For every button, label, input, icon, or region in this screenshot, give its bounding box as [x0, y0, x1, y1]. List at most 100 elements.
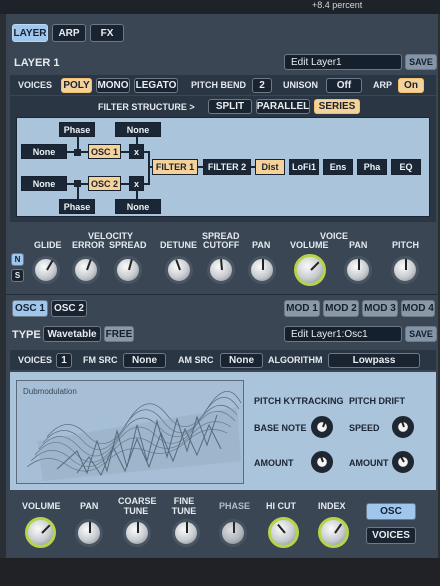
- unison-label: UNISON: [283, 80, 319, 90]
- osc-voices-field[interactable]: 1: [56, 353, 72, 368]
- node-none-top[interactable]: None: [115, 122, 161, 137]
- node-none-bottom[interactable]: None: [115, 199, 161, 214]
- drift-amount-knob-2[interactable]: [392, 451, 414, 473]
- node-osc1[interactable]: OSC 1: [88, 144, 121, 159]
- base-note-label: BASE NOTE: [254, 423, 307, 433]
- base-note-knob[interactable]: [311, 416, 333, 438]
- node-filter2[interactable]: FILTER 2: [203, 159, 251, 175]
- arp-toggle[interactable]: On: [398, 78, 424, 93]
- tab-fx[interactable]: FX: [90, 24, 124, 42]
- amount-label-1: AMOUNT: [254, 458, 294, 468]
- bottom-label-pan: PAN: [80, 501, 99, 511]
- coarse-tune-knob[interactable]: [123, 519, 151, 547]
- mode-legato[interactable]: LEGATO: [134, 78, 178, 93]
- tab-mod2[interactable]: MOD 2: [323, 300, 359, 317]
- osc-pan-knob[interactable]: [75, 519, 103, 547]
- pitch-kytracking-label: PITCH KYTRACKING: [254, 396, 344, 406]
- speed-label: SPEED: [349, 423, 380, 433]
- layer-save-button[interactable]: SAVE: [405, 54, 437, 70]
- fm-src-field[interactable]: None: [123, 353, 166, 368]
- filter-structure-label: FILTER STRUCTURE >: [98, 102, 195, 112]
- node-filter1[interactable]: FILTER 1: [152, 159, 198, 175]
- error-knob[interactable]: [72, 256, 100, 284]
- node-eq[interactable]: EQ: [391, 159, 421, 175]
- knob-label-glide: GLIDE: [34, 240, 62, 250]
- fine-tune-knob[interactable]: [172, 519, 200, 547]
- wavetable-display[interactable]: Dubmodulation: [16, 380, 244, 484]
- knob-label-detune: DETUNE: [160, 240, 198, 250]
- wire: [136, 136, 138, 144]
- algorithm-field[interactable]: Lowpass: [328, 353, 420, 368]
- wavetable-name: Dubmodulation: [23, 387, 77, 396]
- node-lofi[interactable]: LoFi1: [289, 159, 319, 175]
- type-select[interactable]: Wavetable: [43, 326, 101, 342]
- free-toggle[interactable]: FREE: [104, 326, 134, 342]
- voices-view-button[interactable]: VOICES: [366, 527, 416, 544]
- tab-mod1[interactable]: MOD 1: [284, 300, 320, 317]
- bottom-label-fine-tune: FINE TUNE: [171, 496, 197, 516]
- phase-knob[interactable]: [219, 519, 247, 547]
- hi-cut-knob[interactable]: [268, 517, 299, 548]
- node-dist[interactable]: Dist: [255, 159, 285, 175]
- osc-view-button[interactable]: OSC: [366, 503, 416, 520]
- node-pha[interactable]: Pha: [357, 159, 387, 175]
- knob-label-spread: SPREAD: [109, 240, 147, 250]
- osc-save-button[interactable]: SAVE: [405, 326, 437, 342]
- mode-poly[interactable]: POLY: [61, 78, 92, 93]
- junction: [74, 149, 81, 156]
- osc-volume-knob[interactable]: [25, 517, 56, 548]
- wire: [148, 151, 150, 185]
- side-button-n[interactable]: N: [11, 253, 24, 266]
- bottom-bar: [0, 558, 440, 586]
- pitch-knob[interactable]: [391, 256, 419, 284]
- am-src-label: AM SRC: [178, 355, 214, 365]
- node-none-left1[interactable]: None: [21, 144, 67, 159]
- mode-mono[interactable]: MONO: [96, 78, 130, 93]
- am-src-field[interactable]: None: [220, 353, 263, 368]
- wire: [136, 191, 138, 199]
- bottom-label-phase: PHASE: [219, 501, 251, 511]
- tab-osc2[interactable]: OSC 2: [51, 300, 87, 317]
- volume-knob[interactable]: [294, 254, 326, 286]
- pan-knob[interactable]: [248, 256, 276, 284]
- tab-arp[interactable]: ARP: [52, 24, 86, 42]
- tab-osc1[interactable]: OSC 1: [12, 300, 48, 317]
- arp-label: ARP: [373, 80, 393, 90]
- node-phase-bottom[interactable]: Phase: [59, 199, 95, 214]
- unison-field[interactable]: Off: [326, 78, 362, 93]
- knob-label-pan: PAN: [252, 240, 271, 250]
- cutoff-knob[interactable]: [207, 256, 235, 284]
- bottom-label-coarse-tune: COARSE TUNE: [118, 496, 157, 516]
- node-osc2[interactable]: OSC 2: [88, 176, 121, 191]
- osc-name-field[interactable]: Edit Layer1:Osc1: [284, 326, 402, 342]
- node-none-left2[interactable]: None: [21, 176, 67, 191]
- pitch-bend-field[interactable]: 2: [252, 78, 272, 93]
- index-knob[interactable]: [318, 517, 349, 548]
- tab-mod3[interactable]: MOD 3: [362, 300, 398, 317]
- node-ens[interactable]: Ens: [323, 159, 353, 175]
- structure-parallel[interactable]: PARALLEL: [256, 99, 310, 114]
- divider: [6, 294, 438, 295]
- tab-mod4[interactable]: MOD 4: [401, 300, 435, 317]
- speed-knob[interactable]: [392, 416, 414, 438]
- structure-series[interactable]: SERIES: [314, 99, 360, 114]
- node-mult-2[interactable]: x: [129, 176, 144, 191]
- algorithm-label: ALGORITHM: [268, 355, 323, 365]
- spread-knob[interactable]: [114, 256, 142, 284]
- tab-layer[interactable]: LAYER: [12, 24, 48, 42]
- structure-split[interactable]: SPLIT: [208, 99, 252, 114]
- detune-knob[interactable]: [165, 256, 193, 284]
- node-phase-top[interactable]: Phase: [59, 122, 95, 137]
- layer-name-field[interactable]: Edit Layer1: [284, 54, 402, 70]
- node-mult-1[interactable]: x: [129, 144, 144, 159]
- bottom-label-index: INDEX: [318, 501, 346, 511]
- knob-label-voice-pan: PAN: [349, 240, 368, 250]
- side-button-s[interactable]: S: [11, 269, 24, 282]
- junction: [74, 180, 81, 187]
- knob-label-volume: VOLUME: [290, 240, 329, 250]
- knob-label-cutoff: CUTOFF: [203, 240, 240, 250]
- voice-pan-knob[interactable]: [344, 256, 372, 284]
- pitch-drift-label: PITCH DRIFT: [349, 396, 405, 406]
- drift-amount-knob-1[interactable]: [311, 451, 333, 473]
- glide-knob[interactable]: [32, 256, 60, 284]
